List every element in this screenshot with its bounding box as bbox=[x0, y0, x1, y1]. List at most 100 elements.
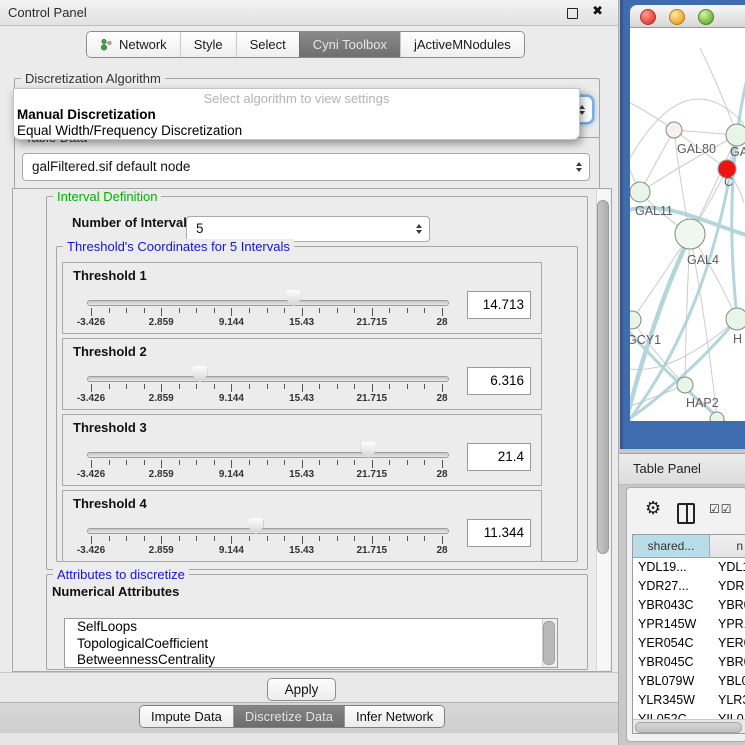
tick-mark bbox=[144, 460, 145, 465]
tick-mark bbox=[231, 384, 232, 392]
node-label: GCY1 bbox=[630, 333, 661, 347]
tab-select[interactable]: Select bbox=[236, 32, 299, 57]
table-row[interactable]: YBR045CYBR0 bbox=[633, 653, 745, 672]
tick-label: 9.144 bbox=[219, 469, 244, 480]
tab-impute-data[interactable]: Impute Data bbox=[140, 706, 233, 727]
threshold-box-3: Threshold 3-3.4262.8599.14415.4321.71528… bbox=[62, 414, 542, 486]
tick-mark bbox=[337, 460, 338, 465]
slider-track[interactable] bbox=[87, 452, 449, 458]
tick-label: 2.859 bbox=[149, 469, 174, 480]
cell-name: YPR1 bbox=[714, 615, 745, 634]
cell-shared-name: YBR043C bbox=[633, 596, 714, 615]
tick-mark bbox=[319, 460, 320, 465]
tab-infer-network[interactable]: Infer Network bbox=[344, 706, 444, 727]
cell-name: YLR3 bbox=[714, 691, 745, 710]
table-horizontal-scrollbar[interactable] bbox=[633, 719, 745, 733]
table-row[interactable]: YDL19...YDL1 bbox=[633, 558, 745, 577]
tab-cyni-toolbox[interactable]: Cyni Toolbox bbox=[299, 32, 400, 57]
float-window-icon[interactable] bbox=[567, 8, 578, 19]
tick-mark bbox=[179, 460, 180, 465]
tick-mark bbox=[126, 536, 127, 541]
attribute-item-topologicalcoefficient[interactable]: TopologicalCoefficient bbox=[65, 636, 557, 653]
network-node-gal11[interactable] bbox=[630, 182, 650, 202]
threshold-label: Threshold 2 bbox=[73, 344, 147, 359]
minimize-traffic-light-icon[interactable] bbox=[669, 9, 685, 25]
tick-label: 28 bbox=[436, 545, 447, 556]
threshold-label: Threshold 4 bbox=[73, 496, 147, 511]
network-node-gal80[interactable] bbox=[666, 122, 682, 138]
threshold-value-field[interactable]: 6.316 bbox=[467, 367, 531, 395]
network-node-ga[interactable] bbox=[726, 124, 745, 146]
tab-label: jActiveMNodules bbox=[414, 37, 511, 52]
threshold-value-field[interactable]: 11.344 bbox=[467, 519, 531, 547]
tick-mark bbox=[214, 536, 215, 541]
tab-jactivemnodules[interactable]: jActiveMNodules bbox=[400, 32, 524, 57]
table-row[interactable]: YDR27...YDR2 bbox=[633, 577, 745, 596]
list-scrollbar-thumb[interactable] bbox=[543, 621, 555, 665]
tick-mark bbox=[161, 384, 162, 392]
table-scrollbar-thumb[interactable] bbox=[635, 722, 742, 733]
slider-track[interactable] bbox=[87, 528, 449, 534]
tick-mark bbox=[144, 384, 145, 389]
cell-shared-name: YER054C bbox=[633, 634, 714, 653]
dropdown-item-equal-width-frequency-discretization[interactable]: Equal Width/Frequency Discretization bbox=[14, 123, 579, 139]
columns-icon[interactable] bbox=[677, 503, 695, 524]
network-view[interactable]: GAL80GACGAL11GAL4GCY1HHAP2 bbox=[630, 28, 745, 421]
combo-stepper-icon[interactable] bbox=[576, 162, 582, 172]
gear-icon[interactable]: ⚙ bbox=[645, 498, 661, 519]
cell-name: YDR2 bbox=[714, 577, 745, 596]
tab-discretize-data[interactable]: Discretize Data bbox=[233, 706, 344, 727]
tab-network[interactable]: Network bbox=[87, 32, 180, 57]
cell-shared-name: YLR345W bbox=[633, 691, 714, 710]
slider-track[interactable] bbox=[87, 300, 449, 306]
threshold-value-field[interactable]: 14.713 bbox=[467, 291, 531, 319]
network-node-gal4[interactable] bbox=[675, 219, 705, 249]
checkboxes-icon[interactable]: ☑☑ bbox=[709, 502, 733, 516]
close-icon[interactable]: ✖ bbox=[592, 4, 603, 19]
network-node-hap2[interactable] bbox=[677, 377, 693, 393]
tick-label: 28 bbox=[436, 393, 447, 404]
column-header-n[interactable]: n bbox=[710, 535, 745, 557]
tick-label: 28 bbox=[436, 469, 447, 480]
tick-mark bbox=[424, 308, 425, 313]
tick-label: 2.859 bbox=[149, 545, 174, 556]
table-panel-titlebar: Table Panel bbox=[619, 453, 745, 485]
threshold-value-field[interactable]: 21.4 bbox=[467, 443, 531, 471]
tick-mark bbox=[442, 384, 443, 392]
slider-track[interactable] bbox=[87, 376, 449, 382]
tick-mark bbox=[231, 536, 232, 544]
table-row[interactable]: YBR043CYBR0 bbox=[633, 596, 745, 615]
tick-mark bbox=[442, 536, 443, 544]
table-row[interactable]: YBL079WYBL0 bbox=[633, 672, 745, 691]
tick-mark bbox=[319, 536, 320, 541]
table-row[interactable]: YER054CYER0 bbox=[633, 634, 745, 653]
zoom-traffic-light-icon[interactable] bbox=[698, 9, 714, 25]
table-data-combobox[interactable]: galFiltered.sif default node bbox=[22, 153, 590, 181]
list-scrollbar[interactable] bbox=[542, 619, 557, 667]
combo-stepper-icon[interactable] bbox=[416, 224, 422, 234]
bottom-tab-bar: Impute DataDiscretize DataInfer Network bbox=[139, 705, 445, 728]
panel-scrollbar-thumb[interactable] bbox=[597, 200, 609, 554]
network-node-gcy1[interactable] bbox=[630, 311, 641, 329]
network-node[interactable] bbox=[710, 412, 724, 421]
apply-button[interactable]: Apply bbox=[267, 678, 336, 701]
column-header-shared-[interactable]: shared... bbox=[633, 535, 710, 557]
network-node-h[interactable] bbox=[726, 308, 745, 330]
dropdown-item-manual-discretization[interactable]: Manual Discretization bbox=[14, 107, 579, 123]
threshold-label: Threshold 1 bbox=[73, 268, 147, 283]
table-row[interactable]: YLR345WYLR3 bbox=[633, 691, 745, 710]
tick-mark bbox=[161, 460, 162, 468]
attributes-listbox[interactable]: SelfLoopsTopologicalCoefficientBetweenne… bbox=[64, 618, 558, 668]
attribute-item-selfloops[interactable]: SelfLoops bbox=[65, 619, 557, 636]
table-row[interactable]: YPR145WYPR1 bbox=[633, 615, 745, 634]
node-label: GA bbox=[730, 145, 745, 159]
tick-mark bbox=[126, 308, 127, 313]
tick-mark bbox=[109, 536, 110, 541]
network-canvas[interactable]: GAL80GACGAL11GAL4GCY1HHAP2 bbox=[630, 28, 745, 421]
attribute-item-betweennesscentrality[interactable]: BetweennessCentrality bbox=[65, 652, 557, 668]
tab-style[interactable]: Style bbox=[180, 32, 236, 57]
panel-title: Control Panel bbox=[8, 5, 87, 20]
tick-mark bbox=[354, 460, 355, 465]
threshold-box-2: Threshold 2-3.4262.8599.14415.4321.71528… bbox=[62, 338, 542, 410]
close-traffic-light-icon[interactable] bbox=[640, 9, 656, 25]
